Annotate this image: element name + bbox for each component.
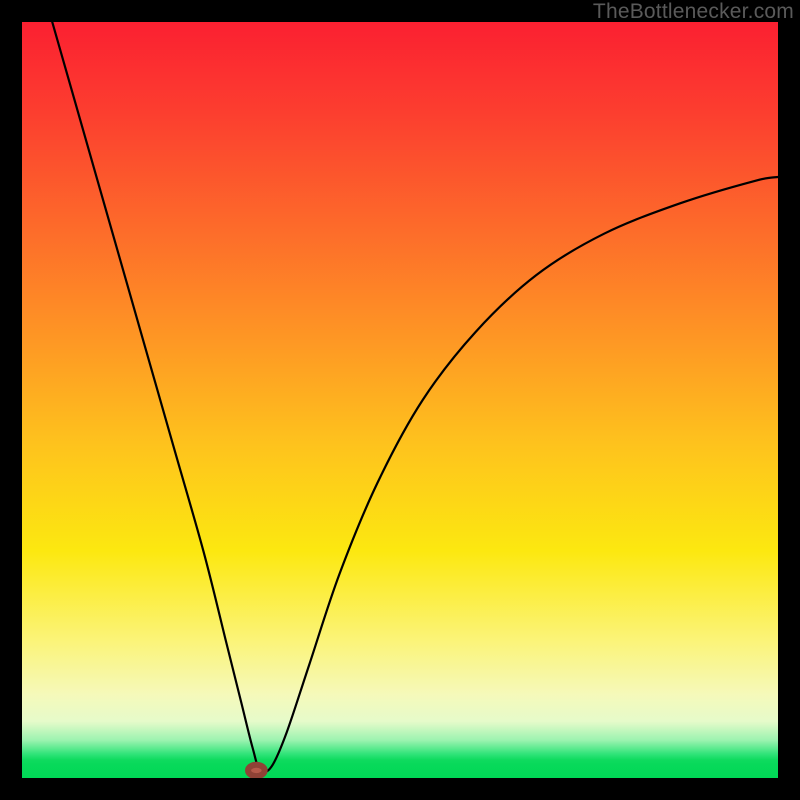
minimum-marker — [248, 765, 265, 776]
bottleneck-curve — [52, 22, 778, 772]
plot-area — [22, 22, 778, 778]
watermark-text: TheBottlenecker.com — [593, 0, 794, 24]
chart-stage: TheBottlenecker.com — [0, 0, 800, 800]
curve-svg — [22, 22, 778, 778]
